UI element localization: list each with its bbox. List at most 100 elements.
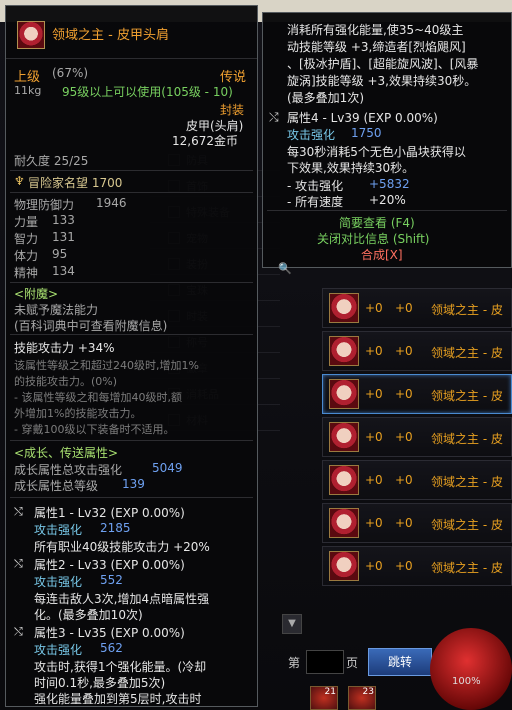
stat-label: 精神 (14, 266, 39, 280)
item-plus-2: +0 (395, 559, 413, 573)
stat-label: 力量 (14, 215, 39, 229)
attr4-atk-label: 攻击强化 (287, 128, 336, 142)
stat-value: 133 (52, 213, 75, 227)
skill-desc-line: 该属性等级之和超过240级时,增加1% (14, 359, 199, 372)
swap-icon: ⤭ (14, 557, 23, 570)
attr2-desc: 化。(最多叠加10次) (34, 608, 143, 622)
item-icon (329, 422, 359, 452)
item-plus-2: +0 (395, 430, 413, 444)
skill-desc-line: 外增加1%的技能攻击力。 (14, 407, 142, 420)
item-plus-1: +0 (365, 473, 383, 487)
item-row[interactable]: +0 +0 领域之主 - 皮 (322, 374, 512, 414)
item-plus-2: +0 (395, 387, 413, 401)
hp-orb (430, 628, 512, 710)
item-plus-1: +0 (365, 516, 383, 530)
attr4-desc: 每30秒消耗5个无色小晶块获得以 (287, 145, 466, 159)
side-desc-line: 动技能等级 +3,缔造者[烈焰飓风] (287, 40, 466, 54)
magnify-icon[interactable]: 🔍 (278, 262, 292, 275)
bonus-speed-label: - 所有速度 (287, 195, 344, 209)
attr4-atk-value: 1750 (351, 126, 382, 140)
item-name: 领域之主 - 皮甲头肩 (52, 28, 169, 43)
divider (10, 282, 253, 283)
item-price: 12,672金币 (172, 134, 238, 148)
divider (10, 170, 253, 171)
item-row[interactable]: +0 +0 领域之主 - 皮 (322, 331, 512, 371)
combine-hint[interactable]: 合成[X] (361, 246, 403, 263)
item-row-name: 领域之主 - 皮 (431, 389, 503, 403)
item-plus-1: +0 (365, 559, 383, 573)
close-compare-hint[interactable]: 关闭对比信息 (Shift) (317, 230, 429, 247)
item-icon (329, 465, 359, 495)
stat-value: 134 (52, 264, 75, 278)
hotbar-slot[interactable]: 21 (310, 686, 338, 710)
jump-button[interactable]: 跳转 (368, 648, 432, 676)
item-row[interactable]: +0 +0 领域之主 - 皮 (322, 460, 512, 500)
item-icon (17, 21, 45, 49)
growth-level-label: 成长属性总等级 (14, 479, 99, 493)
hotbar-slot[interactable]: 23 (348, 686, 376, 710)
stat-label: 体力 (14, 249, 39, 263)
dropdown-arrow-icon[interactable]: ▼ (282, 614, 302, 634)
attr4-title: 属性4 - Lv39 (EXP 0.00%) (287, 111, 438, 125)
hotbar: 21 23 (300, 686, 430, 710)
skill-desc-line: - 该属性等级之和每增加40级时,额 (14, 391, 182, 404)
item-level-requirement: 95级以上可以使用(105级 - 10) (62, 85, 233, 99)
item-row-name: 领域之主 - 皮 (431, 432, 503, 446)
adventurer-fame: 冒险家名望 1700 (28, 176, 123, 190)
item-plus-1: +0 (365, 387, 383, 401)
item-row[interactable]: +0 +0 领域之主 - 皮 (322, 546, 512, 586)
item-grade-percent: (67%) (52, 66, 89, 80)
stat-label: 物理防御力 (14, 198, 75, 212)
item-plus-1: +0 (365, 301, 383, 315)
item-row[interactable]: +0 +0 领域之主 - 皮 (322, 417, 512, 457)
stat-value: 1946 (96, 196, 127, 210)
growth-total-label: 成长属性总攻击强化 (14, 463, 123, 477)
attr3-atk-label: 攻击强化 (34, 643, 83, 657)
attr3-desc: 强化能量叠加到第5层时,攻击时 (34, 692, 202, 706)
stat-label: 智力 (14, 232, 39, 246)
item-weight: 11kg (14, 84, 42, 97)
skill-attack: 技能攻击力 +34% (14, 341, 115, 355)
attr3-atk-value: 562 (100, 641, 123, 655)
hotbar-count: 23 (362, 687, 374, 697)
item-plus-2: +0 (395, 516, 413, 530)
growth-level-value: 139 (122, 477, 145, 491)
item-tooltip: 领域之主 - 皮甲头肩 上级 (67%) 传说 11kg 95级以上可以使用(1… (5, 5, 258, 707)
side-desc-line: (最多叠加1次) (287, 91, 364, 105)
attr1-desc: 所有职业40级技能攻击力 +20% (34, 540, 210, 554)
attr3-desc: 时间0.1秒,最多叠加5次) (34, 676, 166, 690)
swap-icon: ⤭ (14, 505, 23, 518)
attr4-desc: 下效果,效果持续30秒。 (287, 161, 415, 175)
growth-total-value: 5049 (152, 461, 183, 475)
compare-tooltip: 消耗所有强化能量,使35~40级主 动技能等级 +3,缔造者[烈焰飓风] 、[极冰护… (262, 12, 512, 268)
side-desc-line: 旋涡]技能等级 +3,效果持续30秒。 (287, 74, 477, 88)
divider (10, 440, 253, 441)
item-row[interactable]: +0 +0 领域之主 - 皮 (322, 503, 512, 543)
skill-desc-line: - 穿戴100级以下装备时不适用。 (14, 423, 175, 436)
page-number-input[interactable] (306, 650, 344, 674)
attr1-atk-label: 攻击强化 (34, 523, 83, 537)
bonus-speed-value: +20% (369, 193, 406, 207)
item-row-name: 领域之主 - 皮 (431, 518, 503, 532)
item-row[interactable]: +0 +0 领域之主 - 皮 (322, 288, 512, 328)
divider (10, 497, 253, 498)
brief-view-hint[interactable]: 简要查看 (F4) (339, 214, 415, 231)
side-desc-line: 消耗所有强化能量,使35~40级主 (287, 23, 464, 37)
enchant-none: 未赋予魔法能力 (14, 303, 99, 317)
tooltip-header: 领域之主 - 皮甲头肩 (6, 6, 257, 59)
skill-desc-line: 的技能攻击力。(0%) (14, 375, 118, 388)
item-icon (329, 336, 359, 366)
item-sealed: 封装 (220, 103, 245, 117)
fame-icon: ♆ (14, 174, 25, 188)
attr1-atk-value: 2185 (100, 521, 131, 535)
attr3-desc: 攻击时,获得1个强化能量。(冷却 (34, 660, 207, 674)
item-plus-2: +0 (395, 301, 413, 315)
swap-icon: ⤭ (269, 110, 279, 124)
attr2-atk-label: 攻击强化 (34, 575, 83, 589)
attr2-desc: 每连击敌人3次,增加4点暗属性强 (34, 592, 210, 606)
pager-unit-label: 页 (346, 656, 359, 670)
bonus-atk-label: - 攻击强化 (287, 179, 344, 193)
attr2-atk-value: 552 (100, 573, 123, 587)
swap-icon: ⤭ (14, 625, 23, 638)
item-icon (329, 551, 359, 581)
